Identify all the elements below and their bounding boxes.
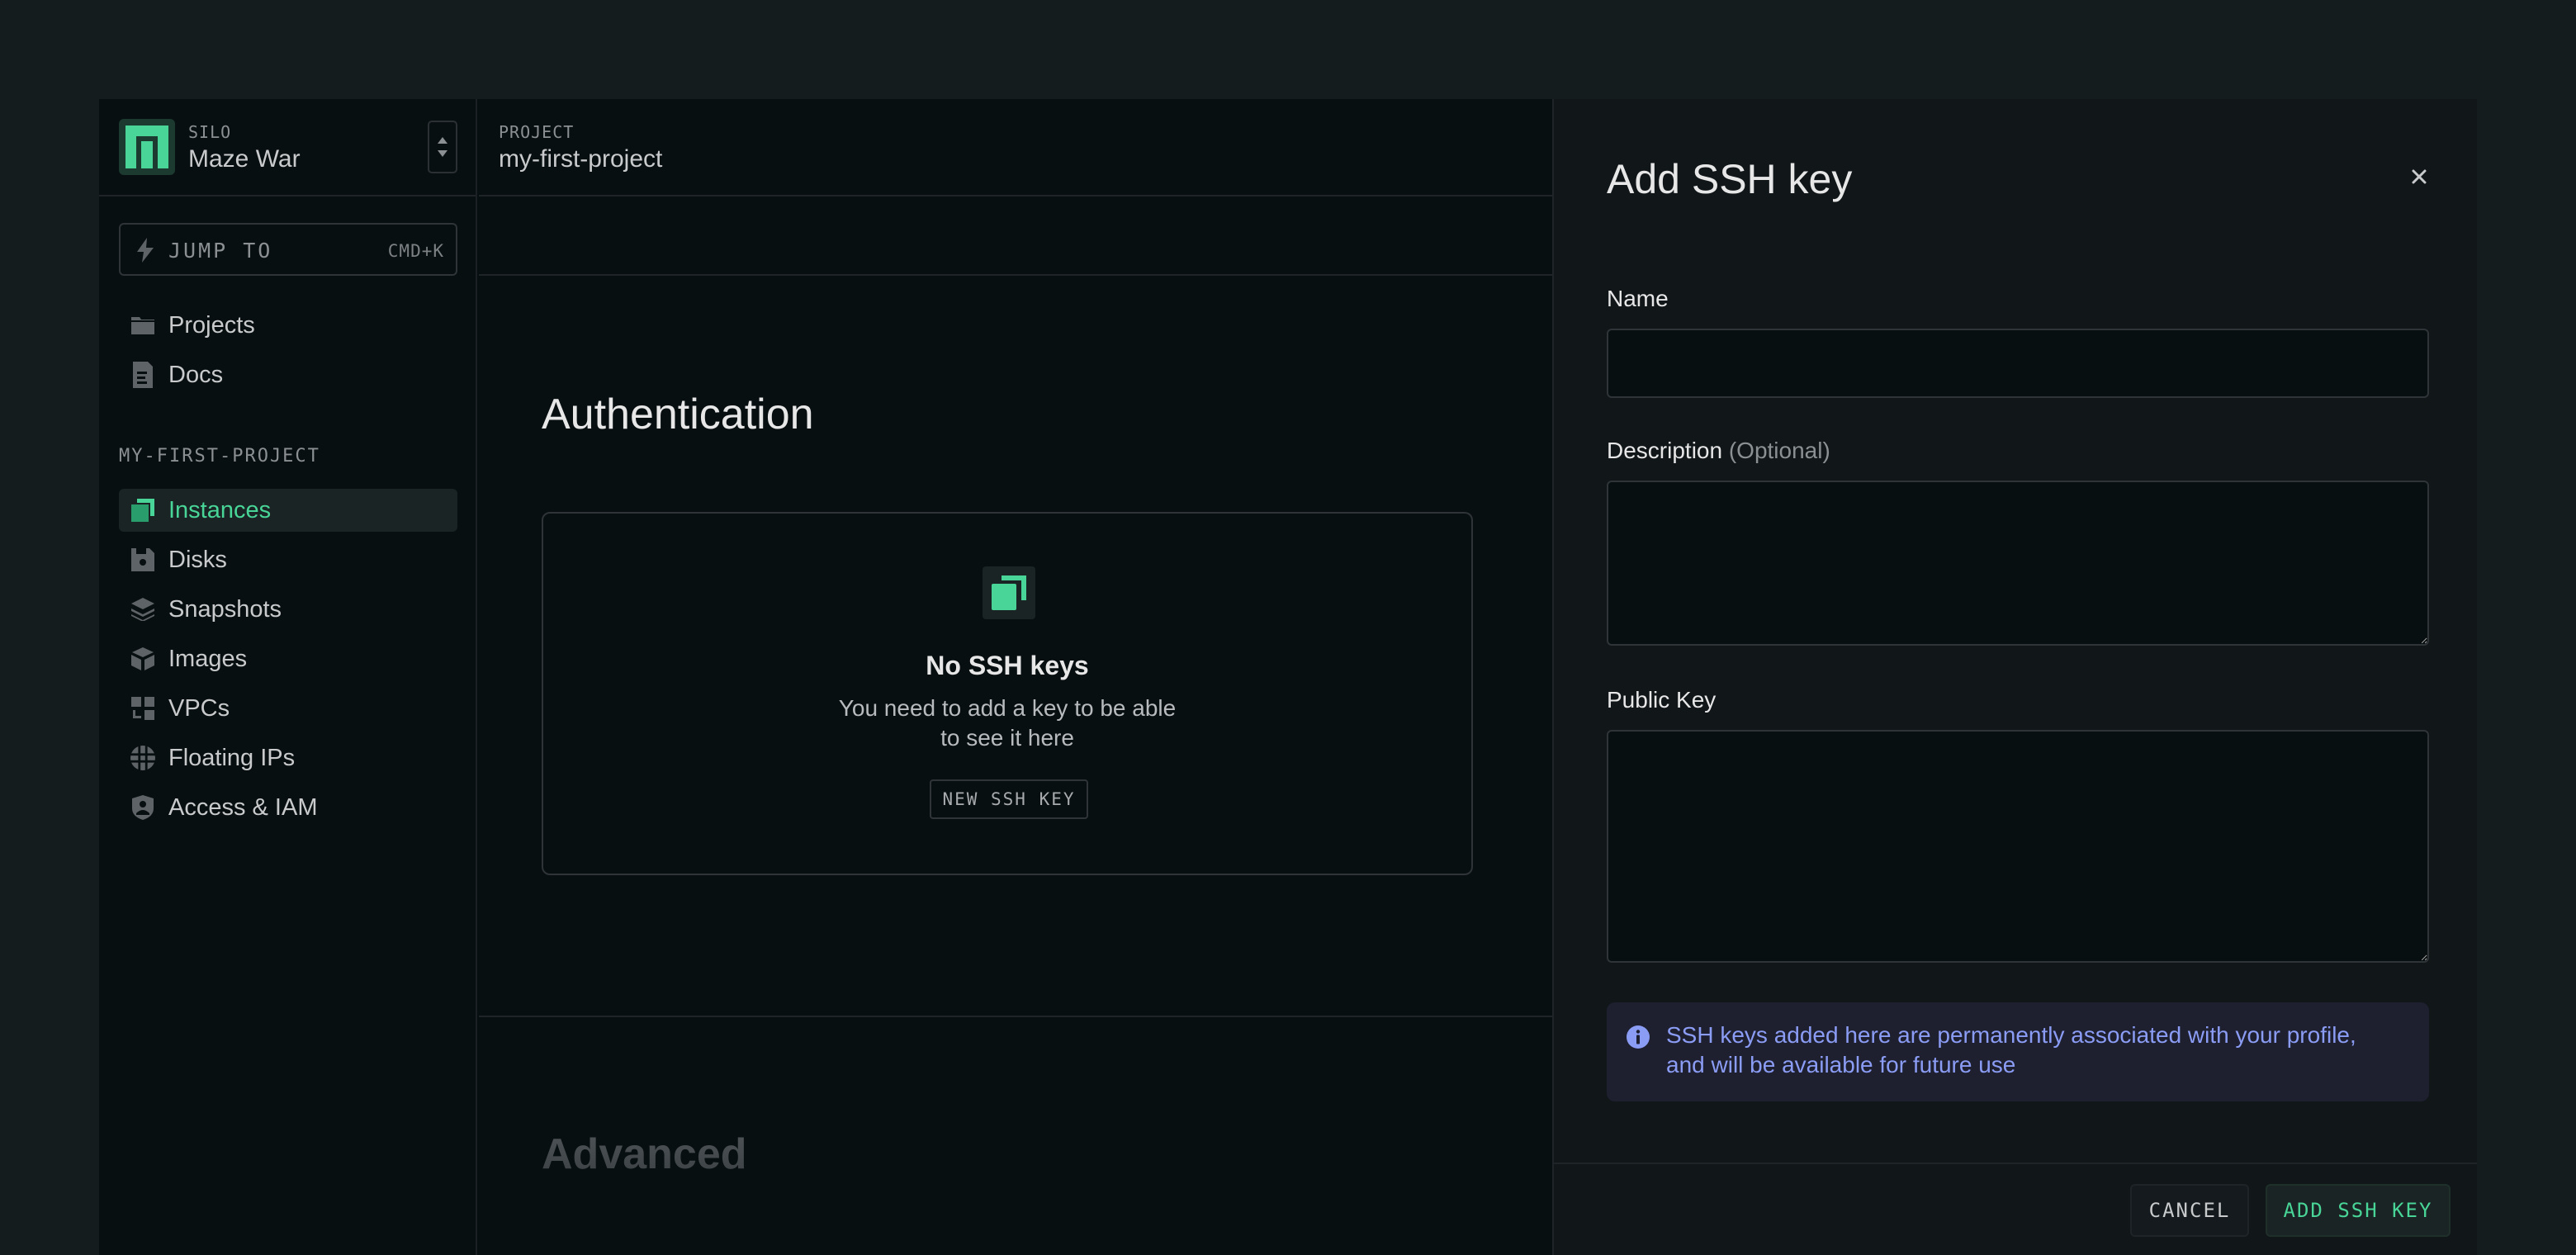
globe-icon [130,746,155,770]
name-input[interactable] [1607,329,2429,398]
add-ssh-key-button[interactable]: ADD SSH KEY [2266,1184,2451,1237]
silo-logo-icon [119,119,175,175]
project-nav: Instances Disks Snapshots Images VPCs Fl… [119,489,457,836]
empty-state-body: You need to add a key to be able to see … [543,694,1471,753]
sidebar-item-label: VPCs [168,694,230,722]
sidebar-item-label: Access & IAM [168,793,318,821]
instances-icon [130,498,155,523]
page-toolbar [479,197,1552,276]
info-icon [1627,1025,1650,1049]
empty-state-body-text: You need to add a key to be able to see … [838,695,1177,751]
silo-select-button[interactable] [428,121,457,173]
cancel-button[interactable]: CANCEL [2130,1184,2249,1237]
sidebar-item-images[interactable]: Images [119,637,457,680]
project-header: PROJECT my-first-project [479,99,1552,197]
description-label: Description (Optional) [1607,438,1830,464]
lightning-icon [137,238,154,263]
name-label: Name [1607,286,1669,311]
sidebar: SILO Maze War JUMP TO CMD+K Projects Doc… [99,99,477,1255]
section-title-authentication: Authentication [542,391,814,438]
global-nav: Projects Docs [119,304,457,403]
silo-kicker: SILO [188,122,232,142]
empty-state-title: No SSH keys [926,651,1089,680]
sidebar-item-snapshots[interactable]: Snapshots [119,588,457,631]
close-button[interactable] [2406,163,2432,190]
project-name: my-first-project [499,145,663,173]
sidebar-item-label: Instances [168,496,272,523]
new-ssh-key-button[interactable]: NEW SSH KEY [930,779,1088,819]
jump-to-button[interactable]: JUMP TO CMD+K [119,223,457,276]
folder-icon [130,313,155,338]
section-divider [479,1016,1552,1017]
chevron-updown-icon [438,137,447,157]
sidebar-item-label: Images [168,645,248,672]
images-icon [130,646,155,671]
snapshots-icon [130,597,155,622]
sidebar-item-access-iam[interactable]: Access & IAM [119,786,457,829]
public-key-label: Public Key [1607,687,1717,713]
dialog-footer: CANCEL ADD SSH KEY [1554,1163,2477,1255]
key-stack-icon [983,566,1035,619]
silo-switcher[interactable]: SILO Maze War [99,99,476,197]
project-nav-heading: MY-FIRST-PROJECT [119,446,320,466]
vpc-icon [130,696,155,721]
description-textarea[interactable] [1607,481,2429,646]
sidebar-item-projects[interactable]: Projects [119,304,457,347]
page-gutter [2477,0,2576,1255]
public-key-textarea[interactable] [1607,730,2429,963]
sidebar-item-label: Docs [168,361,224,388]
close-icon [2412,169,2427,184]
sidebar-item-label: Floating IPs [168,744,296,771]
ssh-keys-empty-state: No SSH keys You need to add a key to be … [542,512,1473,875]
document-icon [130,362,155,388]
sidebar-item-disks[interactable]: Disks [119,538,457,581]
add-ssh-key-dialog: Add SSH key Name Description (Optional) … [1552,99,2477,1255]
sidebar-item-docs[interactable]: Docs [119,353,457,396]
jump-to-label: JUMP TO [168,239,273,263]
disk-icon [130,547,155,572]
optional-hint: (Optional) [1728,438,1830,463]
description-label-text: Description [1607,438,1723,463]
sidebar-item-floating-ips[interactable]: Floating IPs [119,736,457,779]
app-frame: SILO Maze War JUMP TO CMD+K Projects Doc… [99,99,2477,1255]
sidebar-item-instances[interactable]: Instances [119,489,457,532]
shield-icon [130,795,155,820]
scroll-fade [479,1139,1552,1255]
sidebar-item-label: Projects [168,311,255,339]
project-kicker: PROJECT [499,122,575,142]
info-callout: SSH keys added here are permanently asso… [1607,1002,2429,1101]
sidebar-item-vpcs[interactable]: VPCs [119,687,457,730]
sidebar-item-label: Disks [168,546,227,573]
main-content: PROJECT my-first-project Authentication … [479,99,1552,1255]
callout-text: SSH keys added here are permanently asso… [1666,1022,2356,1077]
silo-name: Maze War [188,145,301,173]
sidebar-item-label: Snapshots [168,595,282,623]
dialog-title: Add SSH key [1607,156,1853,202]
jump-to-shortcut: CMD+K [387,241,444,261]
